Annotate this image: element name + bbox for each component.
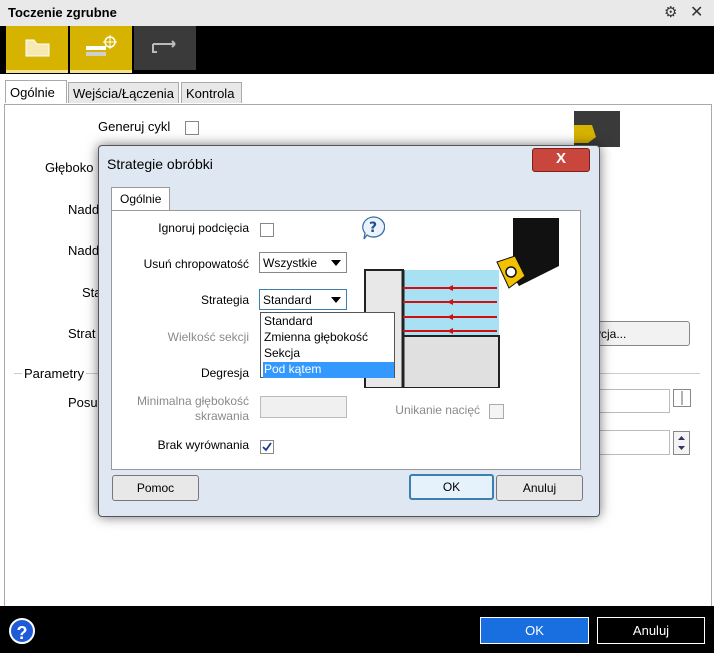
avoid-notches-checkbox[interactable] [489, 404, 504, 419]
feed-label: Posu [68, 395, 98, 410]
tool-crosshair-icon [86, 35, 117, 56]
spinner-icon[interactable] [673, 431, 690, 455]
section-size-label: Wielkość sekcji [167, 330, 249, 344]
arrows-icon [152, 40, 176, 53]
close-icon[interactable]: ✕ [690, 2, 703, 22]
tool-position-button[interactable] [70, 26, 132, 73]
avoid-notches-label: Unikanie nacięć [395, 403, 480, 417]
chevron-down-icon [331, 260, 341, 266]
ignore-undercuts-label: Ignoruj podcięcia [158, 221, 249, 235]
dialog-cancel-button[interactable]: Anuluj [496, 475, 583, 501]
dialog-title: Strategie obróbki [107, 156, 213, 172]
strategy-dropdown-list: Standard Zmienna głębokość Sekcja Pod ką… [260, 312, 395, 378]
remove-roughness-value: Wszystkie [263, 256, 317, 270]
table-icon[interactable] [673, 389, 691, 407]
dialog-help-button[interactable]: Pomoc [112, 475, 199, 501]
strategy-select[interactable]: Standard [259, 289, 347, 310]
tool-preview-image [574, 111, 620, 147]
ribbon-toolbar [0, 26, 714, 74]
min-cut-depth-input[interactable] [260, 396, 347, 418]
machining-strategies-dialog: Strategie obróbki X Ogólnie Ignoruj podc… [98, 145, 600, 517]
window-title-bar: Toczenie zgrubne ⚙ ✕ [0, 0, 714, 27]
min-cut-depth-label-2: skrawania [194, 409, 249, 423]
position-button[interactable]: ycja... [590, 321, 690, 346]
ignore-undercuts-checkbox[interactable] [260, 223, 274, 237]
strategy-option-standard[interactable]: Standard [263, 314, 394, 330]
degression-label: Degresja [200, 366, 249, 380]
strategy-option-variable-depth[interactable]: Zmienna głębokość [263, 330, 394, 346]
checkmark-icon [262, 442, 272, 452]
strategy-value: Standard [263, 293, 312, 307]
strategy-option-section[interactable]: Sekcja [263, 346, 394, 362]
min-cut-depth-label-1: Minimalna głębokość [136, 394, 249, 408]
strategy-outer-label-2: Strat [68, 326, 96, 341]
cancel-button[interactable]: Anuluj [597, 617, 705, 644]
chevron-down-icon [331, 297, 341, 303]
tab-control[interactable]: Kontrola [181, 82, 242, 103]
link-tool-button[interactable] [134, 26, 196, 70]
allowance-label-2: Nadd [68, 243, 100, 258]
value-input[interactable] [590, 430, 670, 455]
settings-gear-icon[interactable]: ⚙ [664, 3, 677, 21]
depth-label: Głęboko [45, 160, 94, 175]
help-icon[interactable]: ? [9, 618, 35, 644]
dialog-ok-button[interactable]: OK [409, 474, 494, 500]
tab-entries[interactable]: Wejścia/Łączenia [68, 82, 179, 103]
dialog-close-icon[interactable]: X [532, 148, 590, 172]
folder-tool-button[interactable] [6, 26, 68, 73]
folder-icon [25, 39, 50, 57]
allowance-label: Nadd [68, 202, 100, 217]
no-alignment-checkbox[interactable] [260, 440, 274, 454]
window-title: Toczenie zgrubne [8, 5, 117, 20]
parameters-group-label: Parametry [22, 366, 86, 381]
no-alignment-label: Brak wyrównania [157, 438, 249, 452]
strategy-option-angled[interactable]: Pod kątem [263, 362, 394, 378]
feed-input[interactable] [590, 389, 670, 413]
tab-general[interactable]: Ogólnie [5, 80, 67, 103]
remove-roughness-select[interactable]: Wszystkie [259, 252, 347, 273]
ok-button[interactable]: OK [480, 617, 589, 644]
remove-roughness-label: Usuń chropowatość [143, 257, 249, 271]
dialog-tab-general[interactable]: Ogólnie [111, 187, 170, 211]
generate-cycle-label: Generuj cykl [98, 119, 171, 134]
generate-cycle-checkbox[interactable] [185, 121, 199, 135]
strategy-label: Strategia [200, 293, 249, 307]
